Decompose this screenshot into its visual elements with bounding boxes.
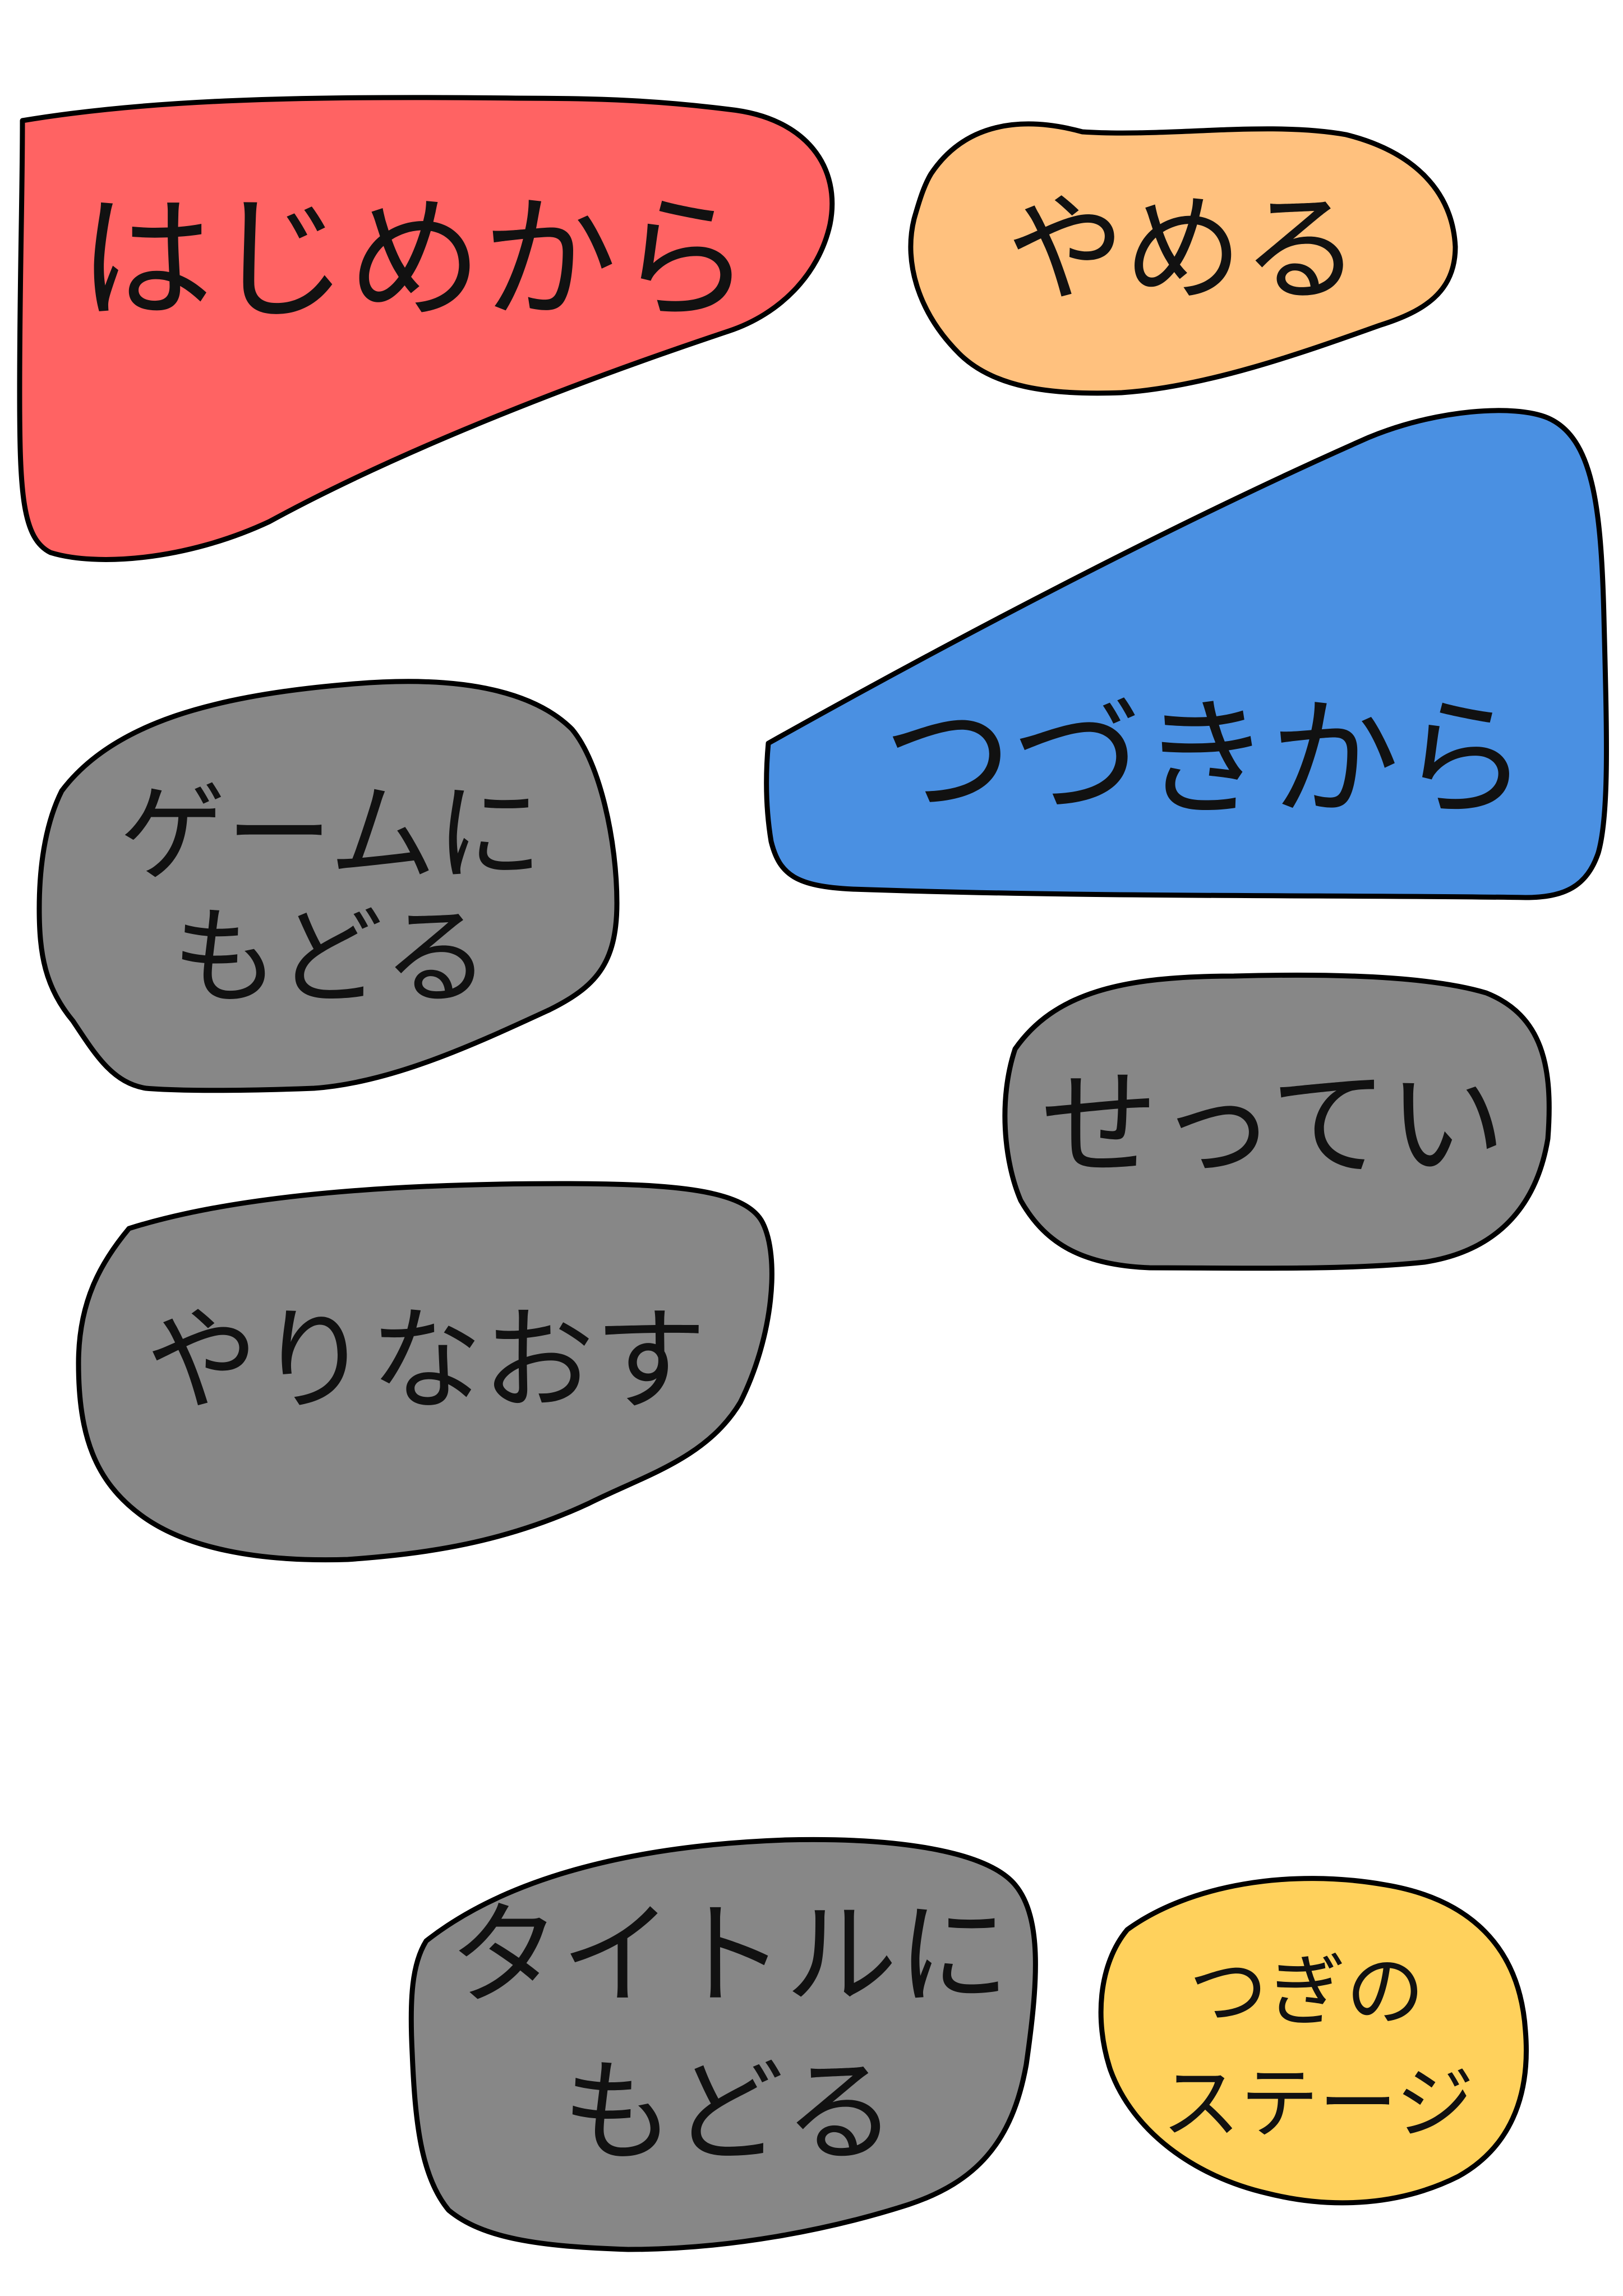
back-to-game-button[interactable]: ゲームに もどる — [36, 679, 620, 1093]
start-new-button[interactable]: はじめから — [17, 95, 835, 562]
continue-button[interactable]: つづきから — [764, 408, 1609, 900]
back-to-title-button[interactable]: タイトルに もどる — [408, 1837, 1038, 2252]
quit-label: やめる — [1007, 181, 1360, 319]
next-stage-button-shape — [1098, 1876, 1529, 2206]
next-stage-label-line2: ステージ — [1161, 2059, 1474, 2150]
retry-button[interactable]: やりなおす — [76, 1181, 774, 1563]
retry-label: やりなおす — [146, 1296, 707, 1427]
back-to-title-label-line2: もどる — [562, 2047, 896, 2178]
settings-button[interactable]: せってい — [1002, 972, 1552, 1271]
quit-button[interactable]: やめる — [908, 121, 1458, 396]
settings-label: せってい — [1040, 1056, 1506, 1194]
back-to-title-label-line1: タイトルに — [449, 1890, 1009, 2021]
start-new-label: はじめから — [79, 181, 751, 338]
back-to-game-label-line2: もどる — [172, 895, 490, 1019]
button-sheet: はじめから やめる つづきから ゲームに もどる せってい やりなおす タイトル… — [17, 95, 1609, 2252]
next-stage-button[interactable]: つぎの ステージ — [1098, 1876, 1529, 2206]
continue-label: つづきから — [883, 685, 1528, 835]
next-stage-label-line1: つぎの — [1189, 1947, 1424, 2038]
back-to-game-label-line1: ゲームに — [119, 772, 542, 896]
